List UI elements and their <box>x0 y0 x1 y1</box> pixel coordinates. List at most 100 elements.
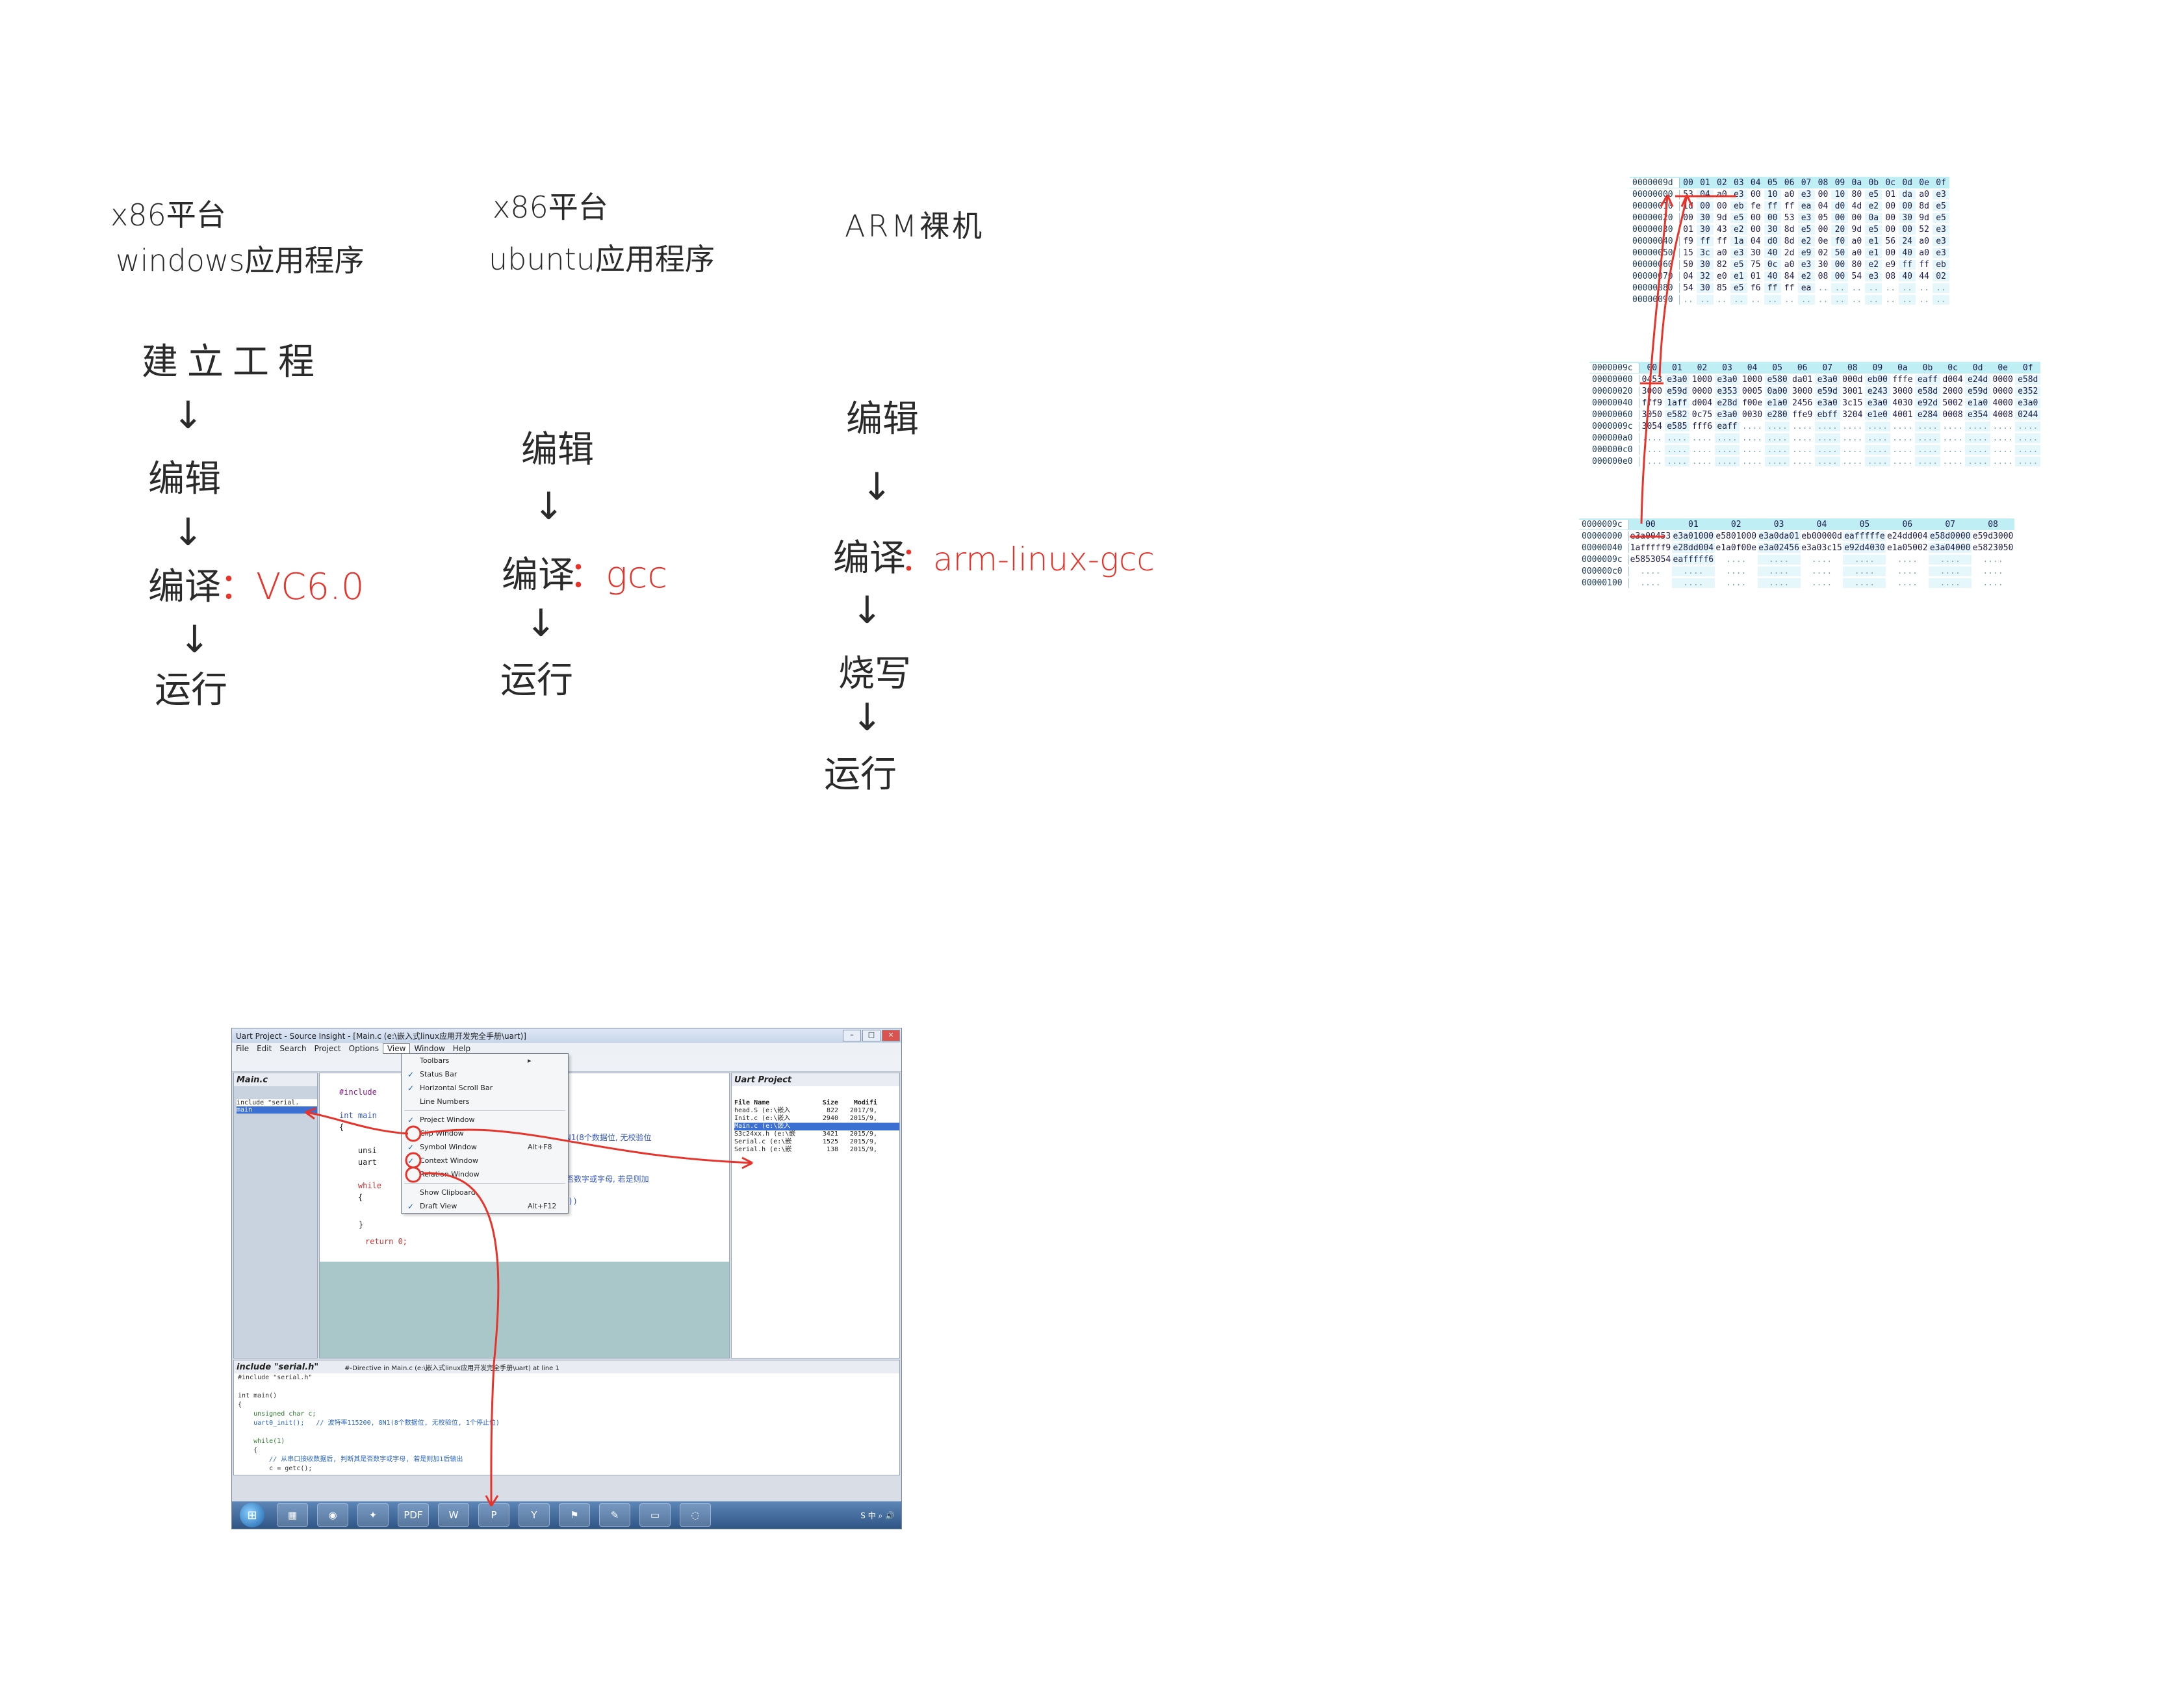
hex-cell: 43 <box>1717 224 1727 235</box>
col2-step-run: 运行 <box>500 659 573 702</box>
menu-view[interactable]: View <box>382 1043 411 1054</box>
hex-address: 000000a0 <box>1589 433 1639 443</box>
hex-column-header: 04 <box>1816 519 1827 529</box>
view-menu-item[interactable]: ✓ Status Bar <box>402 1067 568 1081</box>
menu-window[interactable]: Window <box>410 1044 448 1053</box>
file-header-name[interactable]: File Name <box>734 1099 812 1107</box>
hex-cell: 3000 <box>1641 386 1662 396</box>
symbol-item-main[interactable]: main <box>237 1106 317 1114</box>
view-menu-dropdown: Toolbars ▸ ✓ Status Bar ✓ Horizontal Scroll B… <box>401 1053 569 1214</box>
hex-cell: e28dd004 <box>1671 542 1715 553</box>
hex-cell: e2 <box>1797 271 1815 281</box>
hex-cell: e3 <box>1730 248 1747 258</box>
close-button[interactable]: × <box>882 1030 900 1041</box>
menu-project[interactable]: Project <box>311 1044 345 1053</box>
hex-cell: .... <box>1664 444 1690 455</box>
view-menu-item-label: Project Window <box>420 1115 475 1124</box>
menu-file[interactable]: File <box>232 1044 253 1053</box>
context-window-title-bar: include "serial.h" #-Directive in Main.c… <box>234 1360 899 1373</box>
hex-cell: .... <box>1929 554 1972 565</box>
hex-cell: .... <box>1664 456 1690 466</box>
hex-cell: .... <box>2015 433 2040 443</box>
hex-cell: e2 <box>1730 224 1747 235</box>
taskbar-app-icon[interactable]: ◌ <box>680 1503 711 1527</box>
hex-address: 00000000 <box>1579 531 1629 541</box>
hex-cell: .. <box>1899 294 1916 305</box>
hex-address: 00000020 <box>1589 386 1639 396</box>
view-menu-item[interactable]: ✓ Project Window <box>402 1113 568 1127</box>
taskbar-app-icon[interactable]: PDF <box>398 1503 429 1527</box>
hex-cell: 30 <box>1764 224 1781 235</box>
symbol-item-include[interactable]: include "serial. <box>237 1099 317 1106</box>
taskbar-app-icon[interactable]: Y <box>519 1503 550 1527</box>
taskbar-app-icon[interactable]: P <box>478 1503 509 1527</box>
hex-view-halfwords: 0000009c 00 01 02 03 04 05 06 07 08 09 0a 0b 0c 0d 0e 0f… <box>1589 362 2040 467</box>
hex-cell: .... <box>1741 433 1763 443</box>
view-menu-item[interactable]: Relation Window <box>402 1167 568 1181</box>
hex-cell: e3 <box>1865 271 1882 281</box>
check-icon: ✓ <box>407 1201 415 1211</box>
hex-cell: e3 <box>1933 189 1949 199</box>
file-row[interactable]: head.S (e:\嵌入 822 2017/9, <box>734 1107 899 1115</box>
file-row[interactable]: Serial.c (e:\嵌 1525 2015/9, <box>734 1138 899 1146</box>
taskbar-app-icon[interactable]: W <box>438 1503 469 1527</box>
file-row[interactable]: Serial.h (e:\嵌 138 2015/9, <box>734 1146 899 1154</box>
hex-cell: 0c <box>1764 259 1781 270</box>
hex-cell: 3c <box>1696 248 1714 258</box>
code-line-1: #include <box>339 1088 377 1097</box>
minimize-button[interactable]: – <box>843 1030 861 1041</box>
hex-cell: 04 <box>1818 201 1829 211</box>
context-window-title: include "serial.h" <box>237 1362 319 1372</box>
menu-search[interactable]: Search <box>276 1044 310 1053</box>
taskbar-app-icon[interactable]: ▭ <box>639 1503 671 1527</box>
file-row[interactable]: Init.c (e:\嵌入 2940 2015/9, <box>734 1115 899 1123</box>
taskbar-app-icon[interactable]: ✎ <box>599 1503 630 1527</box>
hex-cell: .... <box>2015 456 2040 466</box>
hex-cell: f00e <box>1741 398 1763 408</box>
hex-cell: ebff <box>1814 409 1840 420</box>
hex-cell: 3000 <box>1792 386 1813 396</box>
menu-options[interactable]: Options <box>345 1044 383 1053</box>
view-menu-item[interactable]: ✓ Context Window <box>402 1154 568 1167</box>
file-header-modified[interactable]: Modifi <box>838 1099 877 1107</box>
view-menu-item[interactable]: Show Clipboard <box>402 1186 568 1199</box>
hex-cell: .... <box>1741 456 1763 466</box>
view-menu-item[interactable]: ✓ Symbol Window Alt+F8 <box>402 1140 568 1154</box>
file-header-size[interactable]: Size <box>812 1099 838 1107</box>
menu-help[interactable]: Help <box>449 1044 474 1053</box>
hex-cell: ff <box>1784 283 1795 293</box>
view-menu-item-label: Draft View <box>420 1202 457 1210</box>
menu-edit[interactable]: Edit <box>253 1044 276 1053</box>
system-tray[interactable]: S 中 ⌕ 🔊 <box>860 1510 901 1521</box>
taskbar-app-icon[interactable]: ◉ <box>317 1503 348 1527</box>
taskbar-app-icon[interactable]: ⚑ <box>559 1503 590 1527</box>
file-row[interactable]: S3c24xx.h (e:\嵌 3421 2015/9, <box>734 1130 899 1138</box>
taskbar-app-icon[interactable]: ▦ <box>277 1503 308 1527</box>
hex-column-header: 01 <box>1672 363 1682 373</box>
hex-header-row: 0000009c 00 01 02 03 04 05 06 07 08 09 0a 0b 0c 0d 0e 0f <box>1589 362 2040 374</box>
view-menu-item[interactable]: ✓ Draft View Alt+F12 <box>402 1199 568 1213</box>
hex-cell: e58d <box>2015 374 2040 385</box>
view-menu-item[interactable]: Line Numbers <box>402 1095 568 1108</box>
view-menu-item[interactable]: Clip Window <box>402 1127 568 1140</box>
hex-cell: eafffffe <box>1843 531 1886 541</box>
taskbar-app-icon[interactable]: ✦ <box>357 1503 389 1527</box>
col2-step-compile: 编译 <box>502 554 574 596</box>
hex-cell: fff6 <box>1691 421 1713 431</box>
view-menu-item-shortcut: ▸ <box>528 1056 532 1065</box>
hex-cell: 24 <box>1899 236 1916 246</box>
hex-cell: d0 <box>1831 201 1849 211</box>
hex-cell: 04 <box>1683 271 1693 281</box>
hex-row-cells: 1afffff9 e28dd004 e1a0f00e e3a02456 e3a03c15… <box>1629 542 2014 553</box>
col2-compiler: ：gcc <box>569 554 668 596</box>
hex-column-header: 05 <box>1859 519 1870 529</box>
file-row[interactable]: Main.c (e:\嵌入 <box>734 1123 899 1130</box>
view-menu-item[interactable]: ✓ Horizontal Scroll Bar <box>402 1081 568 1095</box>
code-line-5: unsi <box>339 1146 377 1155</box>
view-menu-item[interactable]: Toolbars ▸ <box>402 1054 568 1067</box>
hex-cell: 8d <box>1784 224 1795 235</box>
maximize-button[interactable]: □ <box>862 1030 880 1041</box>
hex-corner: 0000009c <box>1579 519 1629 529</box>
hex-cell: e280 <box>1764 409 1790 420</box>
start-button[interactable]: ⊞ <box>240 1503 264 1527</box>
